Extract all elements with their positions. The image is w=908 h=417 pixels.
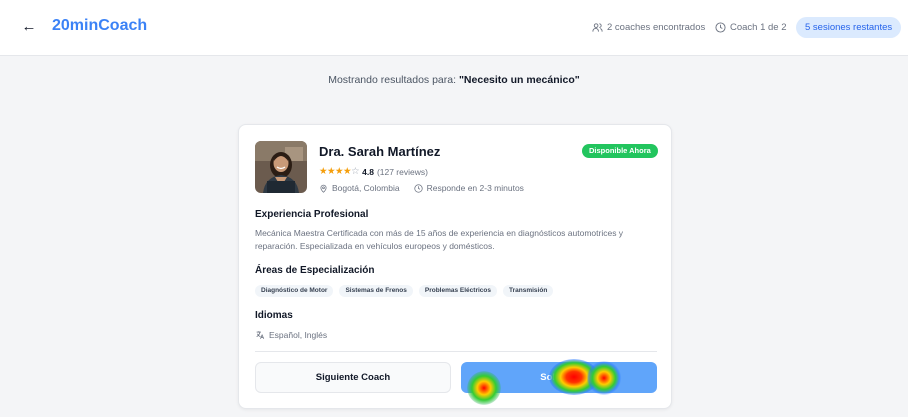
- specialization-tag: Problemas Eléctricos: [418, 285, 497, 297]
- specializations-heading: Áreas de Especialización: [255, 265, 375, 276]
- card-divider: [255, 351, 657, 352]
- coach-location: Bogotá, Colombia: [332, 183, 400, 193]
- specialization-tag: Diagnóstico de Motor: [255, 285, 334, 297]
- specialization-tag: Sistemas de Frenos: [339, 285, 413, 297]
- clock-icon: [413, 183, 423, 193]
- search-results-summary: Mostrando resultados para: "Necesito un …: [0, 74, 908, 86]
- languages-line: Español, Inglés: [255, 330, 327, 340]
- clock-icon: [715, 22, 726, 33]
- coaches-found-indicator: 2 coaches encontrados: [592, 22, 705, 33]
- coach-position-text: Coach 1 de 2: [730, 22, 787, 33]
- coach-avatar: [255, 141, 307, 193]
- search-query: "Necesito un mecánico": [458, 74, 580, 86]
- users-icon: [592, 23, 603, 32]
- star-rating-icons: ★★★★☆: [319, 166, 360, 177]
- location-line: Bogotá, Colombia Responde en 2-3 minutos: [319, 183, 524, 193]
- sessions-remaining-badge: 5 sesiones restantes: [796, 17, 902, 38]
- map-pin-icon: [320, 184, 327, 193]
- results-prefix: Mostrando resultados para:: [328, 74, 457, 86]
- request-session-button[interactable]: Solicitar: [461, 362, 657, 393]
- coach-card: Dra. Sarah Martínez Disponible Ahora ★★★…: [238, 124, 672, 409]
- coaches-found-text: 2 coaches encontrados: [607, 22, 706, 33]
- review-count: (127 reviews): [376, 166, 428, 177]
- specialization-tag: Transmisión: [503, 285, 554, 297]
- translate-icon: [256, 331, 265, 339]
- experience-text: Mecánica Maestra Certificada con más de …: [255, 228, 624, 251]
- coach-name: Dra. Sarah Martínez: [319, 144, 441, 159]
- top-bar: ← 20minCoach 2 coaches encontrados Coach…: [0, 0, 908, 56]
- next-coach-button[interactable]: Siguiente Coach: [255, 362, 451, 393]
- back-arrow-icon[interactable]: ←: [20, 18, 38, 36]
- availability-badge: Disponible Ahora: [582, 144, 658, 158]
- coach-position-indicator: Coach 1 de 2: [715, 22, 787, 33]
- specialization-tags: Diagnóstico de Motor Sistemas de Frenos …: [255, 285, 554, 297]
- languages-text: Español, Inglés: [269, 330, 328, 340]
- brand-logo[interactable]: 20minCoach: [52, 17, 147, 35]
- rating-score: 4.8: [362, 166, 374, 177]
- experience-heading: Experiencia Profesional: [255, 209, 369, 220]
- response-time: Responde en 2-3 minutos: [426, 183, 524, 193]
- languages-heading: Idiomas: [255, 310, 293, 321]
- coach-rating: ★★★★☆ 4.8 (127 reviews): [319, 166, 428, 177]
